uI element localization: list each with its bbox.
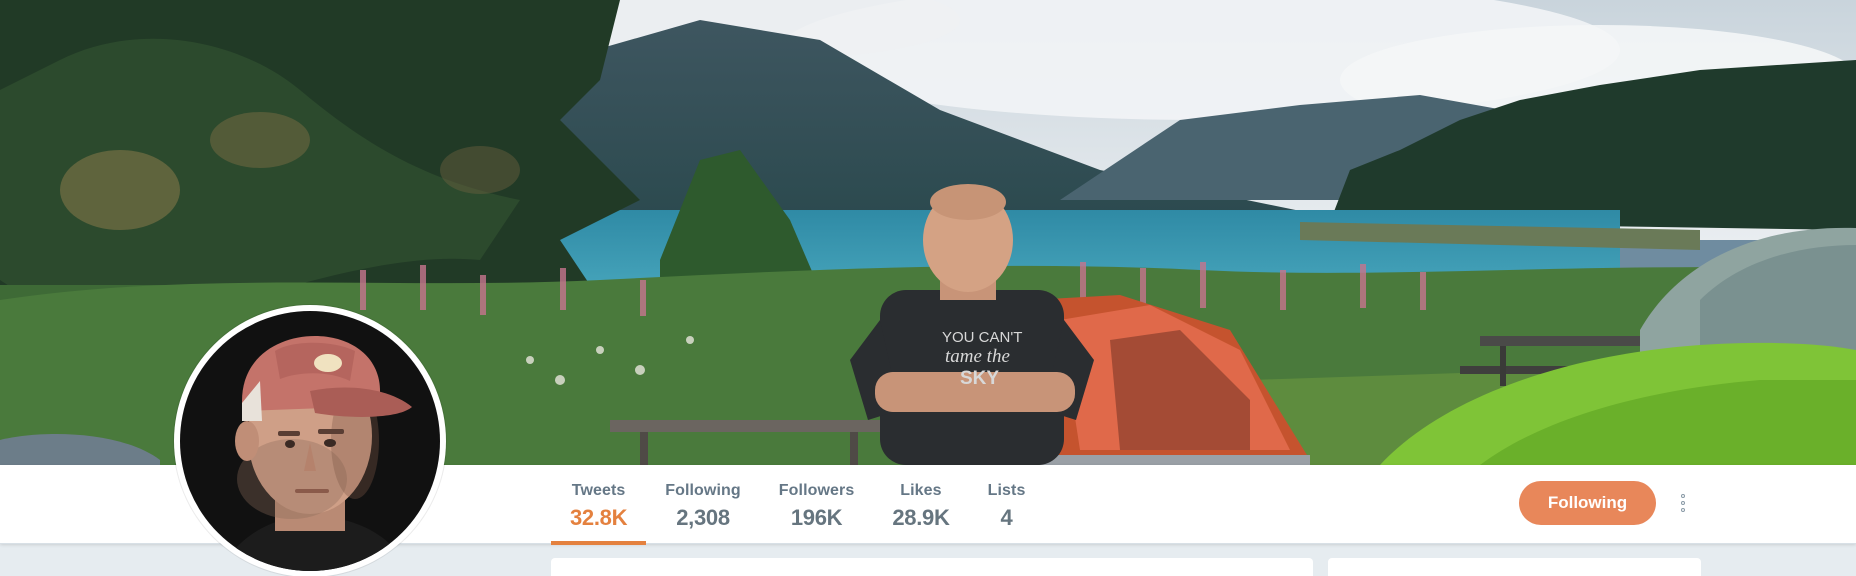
profile-stats: Tweets 32.8K Following 2,308 Followers 1… [551, 465, 1045, 545]
stat-label: Lists [987, 482, 1026, 499]
stat-value: 196K [790, 505, 843, 530]
vertical-ellipsis-icon[interactable] [1672, 487, 1694, 519]
timeline-card [551, 558, 1313, 576]
dot [1681, 494, 1685, 498]
stat-value: 2,308 [676, 505, 730, 530]
shirt-text-line1: YOU CAN'T [942, 329, 1022, 346]
stat-label: Followers [778, 482, 855, 499]
shirt-text-line3: SKY [960, 368, 999, 389]
stat-value: 32.8K [570, 505, 628, 530]
following-button[interactable]: Following [1519, 481, 1656, 525]
stat-label: Likes [900, 482, 942, 499]
stat-followers[interactable]: Followers 196K [760, 465, 874, 543]
stat-following[interactable]: Following 2,308 [646, 465, 760, 543]
dot [1681, 508, 1685, 512]
stat-lists[interactable]: Lists 4 [969, 465, 1045, 543]
stat-tweets[interactable]: Tweets 32.8K [551, 465, 647, 545]
avatar-image [180, 311, 440, 571]
stat-value: 28.9K [892, 505, 950, 530]
profile-avatar[interactable] [174, 305, 446, 576]
stat-value: 4 [1000, 505, 1013, 530]
shirt-text-line2: tame the [945, 346, 1010, 367]
stat-label: Following [665, 482, 741, 499]
dot [1681, 501, 1685, 505]
stat-label: Tweets [571, 482, 626, 499]
profile-page: YOU CAN'T tame the SKY Tweets 32.8K Foll… [0, 0, 1856, 576]
stat-likes[interactable]: Likes 28.9K [873, 465, 968, 543]
sidebar-card [1328, 558, 1701, 576]
